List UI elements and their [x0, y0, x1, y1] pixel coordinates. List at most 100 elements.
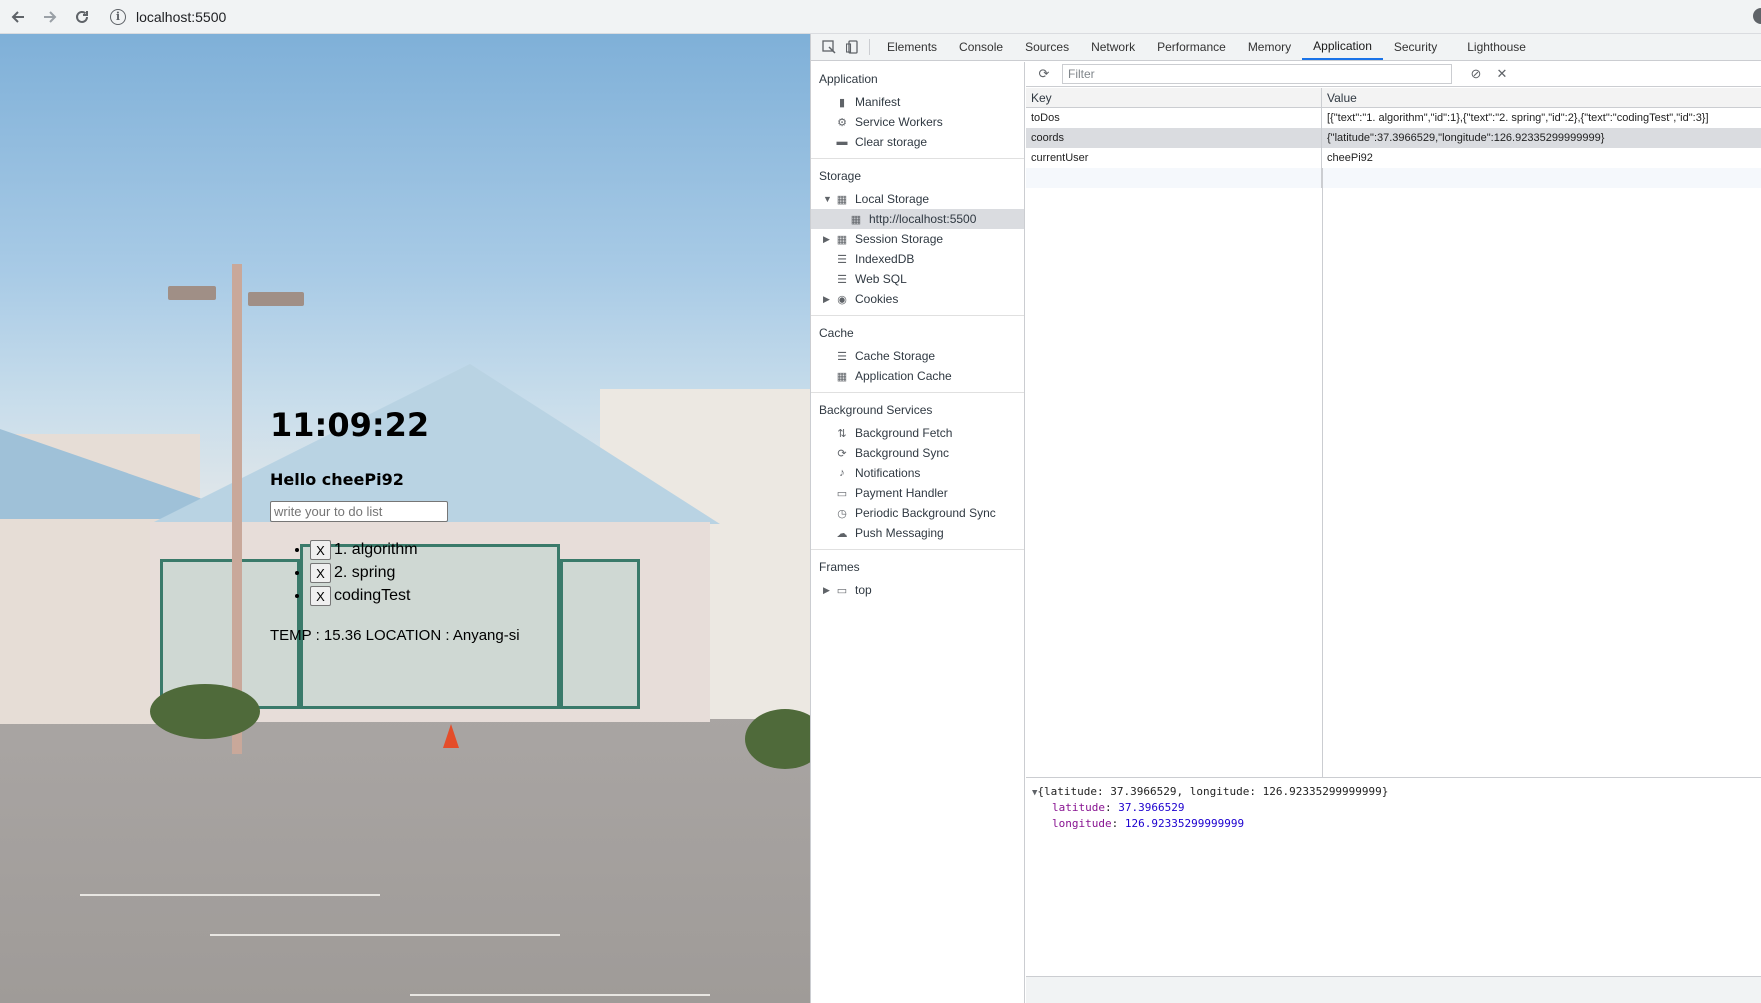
sidebar-item-background-sync[interactable]: ⟳ Background Sync: [811, 443, 1024, 463]
sidebar-item-frame-top[interactable]: ▶ ▭ top: [811, 580, 1024, 600]
storage-panel: ⟳ Filter ⊘ ✕ Key Value toDos [{"text":"1…: [1026, 62, 1761, 1003]
clock: 11:09:22: [270, 406, 430, 444]
file-icon: ▮: [838, 96, 846, 109]
sidebar-item-label: Cookies: [855, 292, 899, 306]
sidebar-item-manifest[interactable]: ▮ Manifest: [811, 92, 1024, 112]
todo-input[interactable]: write your to do list: [270, 501, 448, 522]
weather-info: TEMP : 15.36 LOCATION : Anyang-si: [270, 627, 520, 644]
sidebar-item-indexeddb[interactable]: ☰ IndexedDB: [811, 249, 1024, 269]
sidebar-item-application-cache[interactable]: ▦ Application Cache: [811, 366, 1024, 386]
inspect-element-icon[interactable]: [817, 34, 841, 60]
row-value: [{"text":"1. algorithm","id":1},{"text":…: [1327, 112, 1709, 124]
trash-icon: ▬: [836, 136, 848, 148]
todo-list: X1. algorithm X2. spring XcodingTest: [292, 540, 520, 609]
table-row-empty[interactable]: [1026, 168, 1761, 188]
sidebar-section-application: Application ▮ Manifest ⚙ Service Workers ▬…: [811, 62, 1024, 159]
row-key: coords: [1026, 128, 1322, 148]
delete-todo-button[interactable]: X: [310, 563, 331, 583]
column-divider[interactable]: [1322, 168, 1323, 778]
value-column-header[interactable]: Value: [1322, 88, 1761, 107]
delete-todo-button[interactable]: X: [310, 586, 331, 606]
sidebar-item-notifications[interactable]: ♪ Notifications: [811, 463, 1024, 483]
sidebar-item-session-storage[interactable]: ▶ ▦ Session Storage: [811, 229, 1024, 249]
filter-input[interactable]: Filter: [1062, 64, 1452, 84]
tab-console[interactable]: Console: [948, 34, 1014, 60]
expand-right-icon[interactable]: ▶: [823, 585, 835, 596]
sidebar-item-cookies[interactable]: ▶ ◉ Cookies: [811, 289, 1024, 309]
device-toolbar-icon[interactable]: [841, 34, 865, 60]
table-row[interactable]: currentUser cheePi92: [1026, 148, 1761, 168]
clear-all-icon[interactable]: ⊘: [1466, 64, 1486, 84]
sidebar-item-label: Manifest: [855, 95, 901, 109]
site-info-icon[interactable]: i: [110, 8, 126, 25]
sidebar-item-label: Background Sync: [855, 446, 950, 460]
web-page: 11:09:22 Hello cheePi92 write your to do…: [0, 34, 810, 1003]
sidebar-section-storage: Storage ▼ ▦ Local Storage ▦ http://localhos…: [811, 159, 1024, 316]
tab-lighthouse[interactable]: Lighthouse: [1456, 34, 1537, 60]
tab-network[interactable]: Network: [1080, 34, 1146, 60]
sidebar-section-background-services: Background Services ⇅ Background Fetch ⟳ B…: [811, 393, 1024, 550]
tab-sources[interactable]: Sources: [1014, 34, 1080, 60]
todo-item: XcodingTest: [310, 586, 520, 609]
database-icon: ☰: [837, 350, 847, 363]
todo-input-placeholder: write your to do list: [274, 504, 383, 519]
tab-application[interactable]: Application: [1302, 34, 1383, 60]
tab-elements[interactable]: Elements: [876, 34, 948, 60]
sidebar-item-clear-storage[interactable]: ▬ Clear storage: [811, 132, 1024, 152]
sidebar-item-label: Periodic Background Sync: [855, 506, 996, 520]
sidebar-item-background-fetch[interactable]: ⇅ Background Fetch: [811, 423, 1024, 443]
delete-todo-button[interactable]: X: [310, 540, 331, 560]
preview-summary-line[interactable]: ▼{latitude: 37.3966529, longitude: 126.9…: [1032, 785, 1761, 801]
property-value: 126.92335299999999: [1124, 817, 1245, 830]
refresh-icon[interactable]: ⟳: [1034, 64, 1054, 84]
sidebar-item-label: Local Storage: [855, 192, 930, 206]
tab-performance[interactable]: Performance: [1146, 34, 1237, 60]
sidebar-item-periodic-background-sync[interactable]: ◷ Periodic Background Sync: [811, 503, 1024, 523]
todo-text: 1. algorithm: [334, 541, 418, 558]
address-bar[interactable]: i localhost:5500: [110, 3, 226, 31]
expand-down-icon[interactable]: ▼: [823, 194, 835, 204]
url-text: localhost:5500: [136, 8, 227, 25]
sidebar-item-label: Clear storage: [855, 135, 928, 149]
key-column-header[interactable]: Key: [1026, 88, 1322, 107]
greeting: Hello cheePi92: [270, 470, 404, 489]
back-button[interactable]: [4, 3, 32, 31]
sidebar-item-local-storage[interactable]: ▼ ▦ Local Storage: [811, 189, 1024, 209]
expand-right-icon[interactable]: ▶: [823, 234, 835, 245]
sidebar-item-push-messaging[interactable]: ☁ Push Messaging: [811, 523, 1024, 543]
section-title: Storage: [819, 169, 862, 183]
tab-security[interactable]: Security: [1383, 34, 1448, 60]
sidebar-item-websql[interactable]: ☰ Web SQL: [811, 269, 1024, 289]
sidebar-item-label: Service Workers: [855, 115, 943, 129]
table-row[interactable]: coords {"latitude":37.3966529,"longitude…: [1026, 128, 1761, 148]
status-bar: [1026, 976, 1761, 1003]
credit-card-icon: ▭: [836, 487, 848, 500]
forward-button[interactable]: [36, 3, 64, 31]
browser-toolbar: i localhost:5500: [0, 0, 1761, 34]
devtools-panel: Elements Console Sources Network Perform…: [810, 34, 1761, 1003]
sidebar-item-cache-storage[interactable]: ☰ Cache Storage: [811, 346, 1024, 366]
row-value: {"latitude":37.3966529,"longitude":126.9…: [1327, 132, 1605, 144]
reload-icon: [76, 10, 88, 23]
sidebar-item-service-workers[interactable]: ⚙ Service Workers: [811, 112, 1024, 132]
todo-text: codingTest: [334, 587, 411, 604]
expand-right-icon[interactable]: ▶: [823, 294, 835, 305]
reload-button[interactable]: [68, 3, 96, 31]
sidebar-item-label: Cache Storage: [855, 349, 936, 363]
sidebar-item-payment-handler[interactable]: ▭ Payment Handler: [811, 483, 1024, 503]
devtools-tab-bar: Elements Console Sources Network Perform…: [811, 34, 1761, 61]
grid-icon: ▦: [836, 193, 848, 206]
database-icon: ☰: [837, 273, 847, 286]
profile-icon[interactable]: [1753, 8, 1761, 24]
todo-item: X1. algorithm: [310, 540, 520, 563]
gear-icon: ⚙: [837, 116, 847, 129]
arrow-left-icon: [11, 10, 24, 23]
sidebar-item-label: Session Storage: [855, 232, 944, 246]
row-key: toDos: [1026, 108, 1322, 128]
database-icon: ☰: [837, 253, 847, 266]
tab-memory[interactable]: Memory: [1237, 34, 1302, 60]
sidebar-item-local-storage-origin[interactable]: ▦ http://localhost:5500: [811, 209, 1024, 229]
delete-selected-icon[interactable]: ✕: [1492, 64, 1512, 84]
sidebar-section-cache: Cache ☰ Cache Storage ▦ Application Cache: [811, 316, 1024, 393]
table-row[interactable]: toDos [{"text":"1. algorithm","id":1},{"…: [1026, 108, 1761, 128]
